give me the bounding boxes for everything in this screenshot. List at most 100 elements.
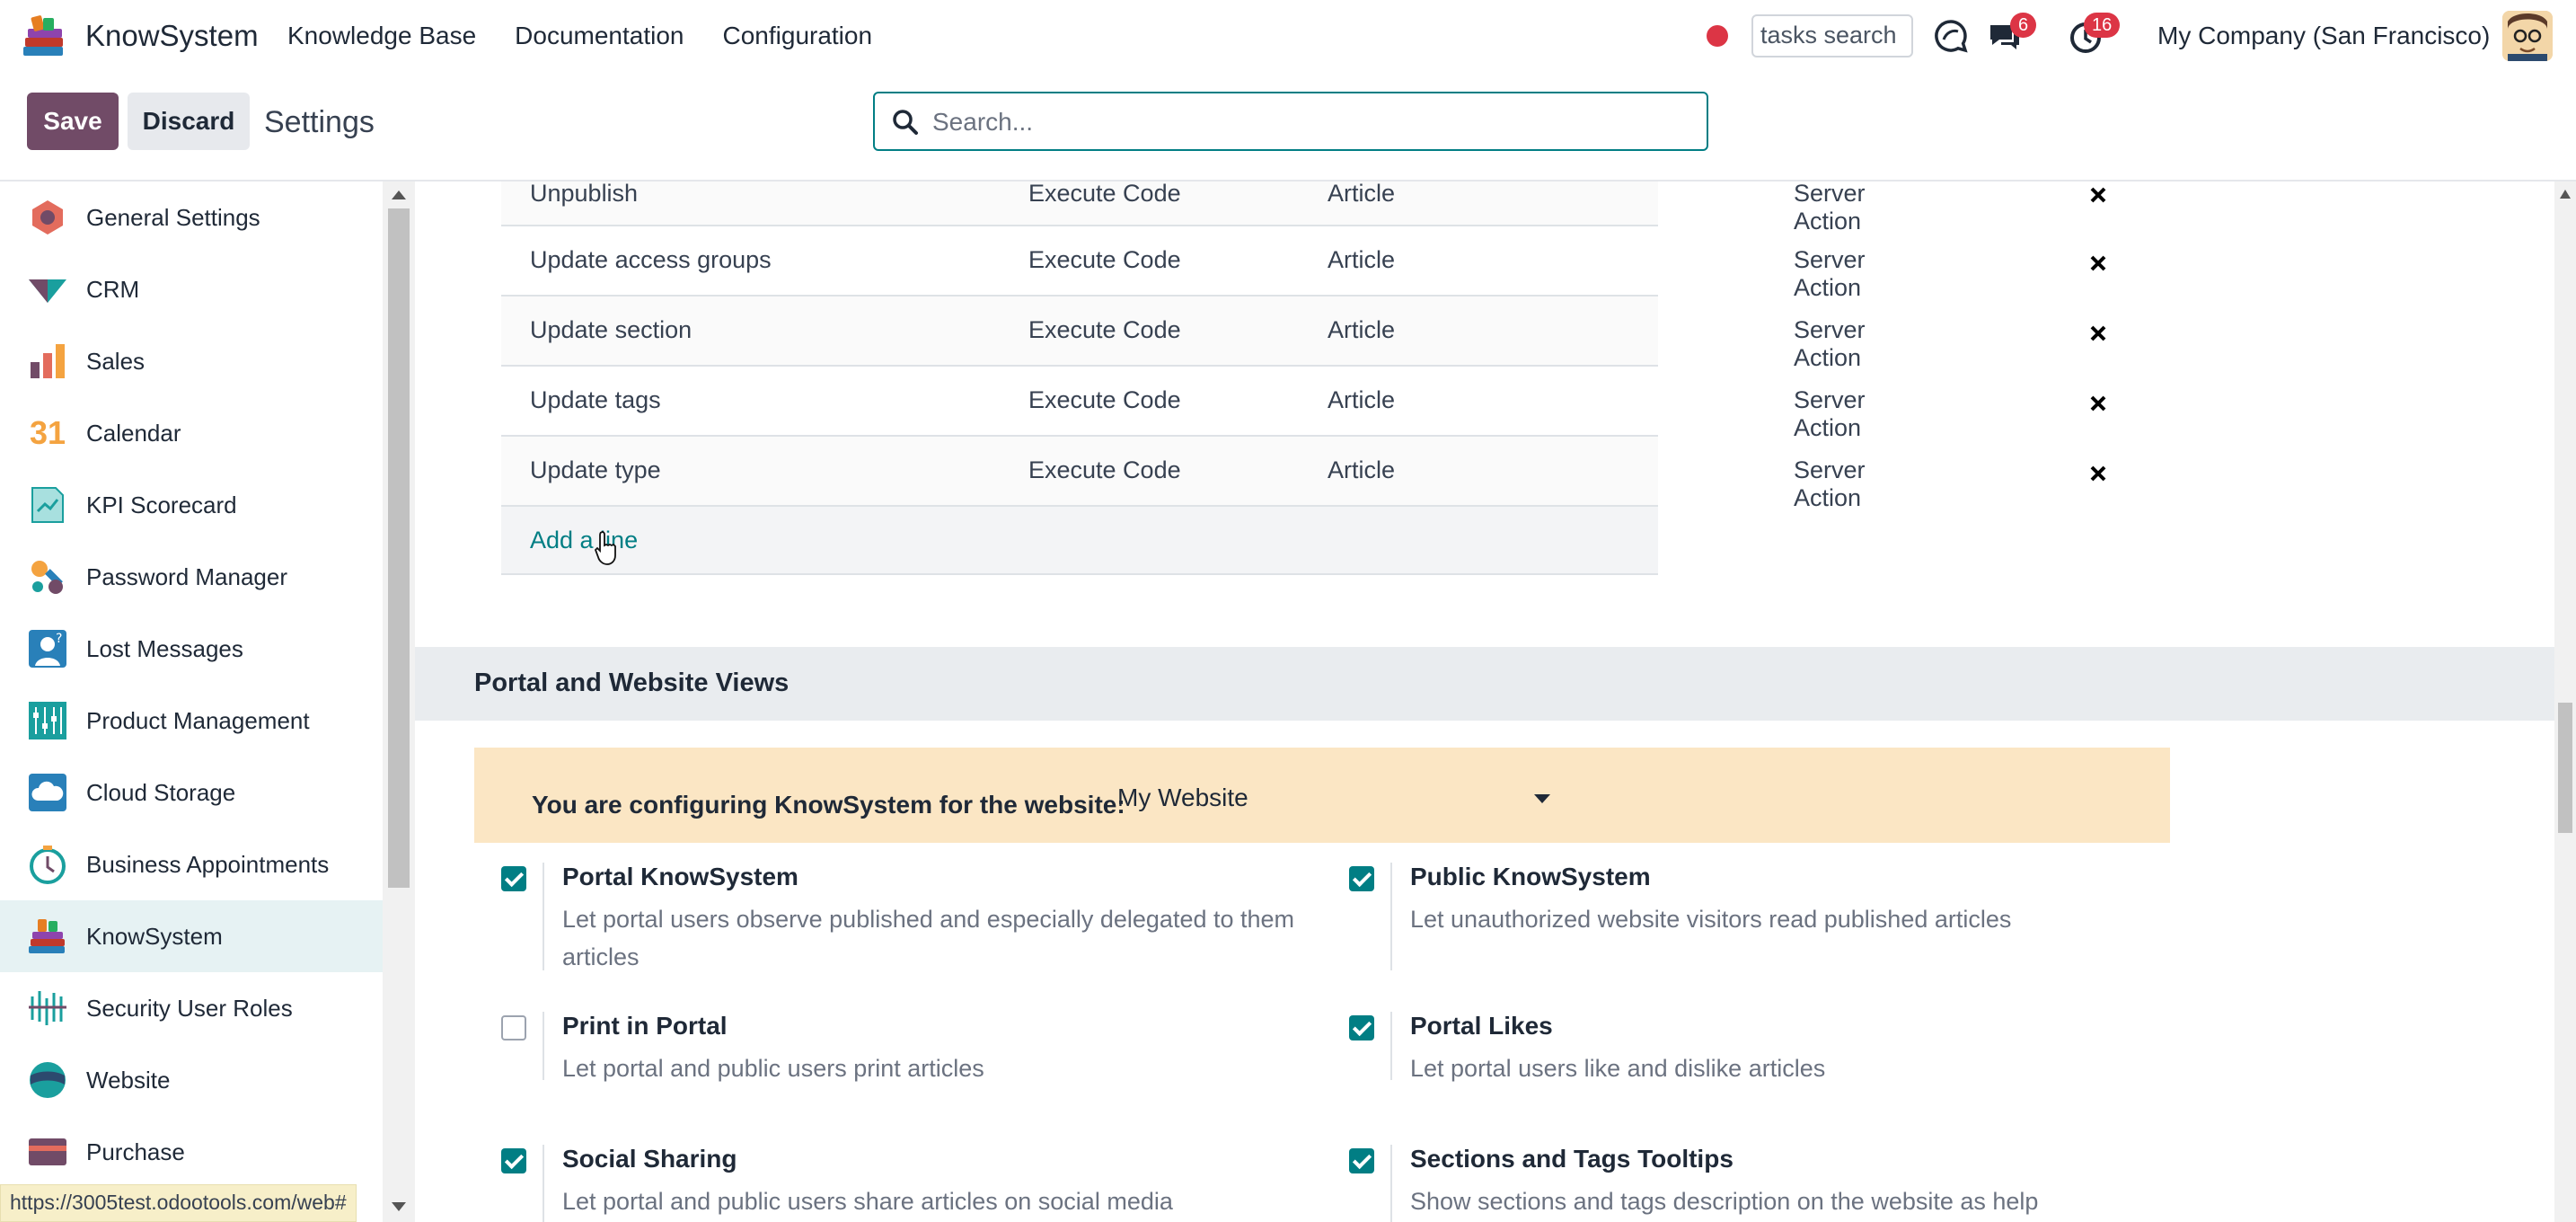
kpi-scorecard-icon (31, 487, 64, 523)
settings-search-input[interactable] (932, 106, 1687, 138)
discuss-icon[interactable] (1931, 16, 1971, 56)
tasks-search-input[interactable]: tasks search (1751, 14, 1913, 58)
action-type: Execute Code (1028, 316, 1181, 343)
app-name[interactable]: KnowSystem (85, 19, 259, 53)
main-menu: Knowledge Base Documentation Configurati… (287, 22, 872, 50)
scroll-up-icon[interactable] (2559, 189, 2572, 199)
sidebar-item-label: Password Manager (86, 562, 287, 590)
website-select[interactable]: My Website (1117, 784, 1480, 821)
main-scrollbar-thumb[interactable] (2558, 703, 2572, 833)
action-model: Article (1328, 182, 1396, 207)
scroll-down-icon[interactable] (390, 1200, 408, 1213)
divider (1390, 1012, 1392, 1080)
action-usage: Server Action (1794, 182, 1866, 235)
delete-row-icon[interactable] (2088, 253, 2108, 273)
main-scrollbar[interactable] (2554, 182, 2576, 1222)
divider (1390, 863, 1392, 970)
sidebar-item-business-appointments[interactable]: Business Appointments (0, 828, 383, 900)
table-row[interactable]: Update access groups Execute Code Articl… (501, 226, 2106, 301)
menu-documentation[interactable]: Documentation (515, 22, 684, 50)
delete-row-icon[interactable] (2088, 394, 2108, 413)
user-avatar[interactable] (2502, 11, 2553, 61)
action-usage: Server Action (1794, 456, 1866, 511)
website-config-banner: You are configuring KnowSystem for the w… (474, 748, 2170, 843)
portal-likes-checkbox[interactable] (1349, 1015, 1374, 1040)
menu-knowledge-base[interactable]: Knowledge Base (287, 22, 476, 50)
setting-title: Print in Portal (562, 1012, 728, 1040)
setting-description: Let portal and public users share articl… (562, 1188, 1173, 1215)
security-user-roles-icon (29, 991, 66, 1025)
top-navbar: KnowSystem Knowledge Base Documentation … (0, 0, 2576, 74)
divider (543, 863, 544, 970)
sidebar-item-cloud-storage[interactable]: Cloud Storage (0, 757, 383, 828)
action-type: Execute Code (1028, 182, 1181, 207)
delete-row-icon[interactable] (2088, 185, 2108, 205)
sidebar-item-purchase[interactable]: Purchase (0, 1116, 383, 1188)
action-model: Article (1328, 456, 1396, 483)
lost-messages-icon: ? (29, 630, 66, 668)
delete-row-icon[interactable] (2088, 323, 2108, 343)
sidebar-item-kpi-scorecard[interactable]: KPI Scorecard (0, 469, 383, 541)
sidebar-item-sales[interactable]: Sales (0, 325, 383, 397)
save-button[interactable]: Save (27, 93, 119, 150)
action-model: Article (1328, 386, 1396, 413)
knowsystem-icon (29, 919, 65, 953)
action-name: Update type (530, 456, 661, 483)
scroll-up-icon[interactable] (390, 189, 408, 201)
sections-tags-tooltips-checkbox[interactable] (1349, 1148, 1374, 1173)
settings-search-box[interactable] (873, 92, 1708, 151)
sidebar-item-product-management[interactable]: Product Management (0, 685, 383, 757)
knowsystem-logo-icon[interactable] (20, 11, 68, 59)
discard-button[interactable]: Discard (128, 93, 250, 150)
setting-title: Sections and Tags Tooltips (1410, 1145, 1734, 1173)
sidebar-item-general-settings[interactable]: General Settings (0, 182, 383, 253)
sidebar-item-website[interactable]: Website (0, 1044, 383, 1116)
action-name: Update section (530, 316, 693, 343)
section-header: Portal and Website Views (415, 647, 2554, 721)
company-switcher[interactable]: My Company (San Francisco) (2157, 22, 2490, 50)
crm-icon (29, 279, 66, 303)
recording-indicator-icon[interactable] (1707, 25, 1728, 47)
sidebar-scrollbar[interactable] (383, 182, 415, 1222)
calendar-icon: 31 (29, 414, 66, 451)
sidebar-item-crm[interactable]: CRM (0, 253, 383, 325)
divider (543, 1012, 544, 1080)
action-type: Execute Code (1028, 386, 1181, 413)
action-name: Update tags (530, 386, 661, 413)
sidebar-scrollbar-thumb[interactable] (388, 208, 410, 888)
svg-text:?: ? (56, 632, 62, 646)
menu-configuration[interactable]: Configuration (723, 22, 873, 50)
table-row[interactable]: Update type Execute Code Article Server … (501, 437, 2106, 511)
print-in-portal-checkbox[interactable] (501, 1015, 526, 1040)
action-model: Article (1328, 246, 1396, 273)
action-type: Execute Code (1028, 246, 1181, 273)
settings-sidebar: General Settings CRM Sales 31 Calendar K… (0, 182, 383, 1222)
control-panel: Save Discard Settings (0, 74, 2576, 182)
search-icon (893, 110, 918, 135)
action-model: Article (1328, 316, 1396, 343)
delete-row-icon[interactable] (2088, 464, 2108, 483)
table-row[interactable]: Unpublish Execute Code Article Server Ac… (501, 182, 2106, 235)
action-usage: Server Action (1794, 316, 1866, 371)
sidebar-item-label: KnowSystem (86, 922, 223, 950)
sidebar-item-calendar[interactable]: 31 Calendar (0, 397, 383, 469)
sidebar-item-label: Lost Messages (86, 634, 243, 662)
setting-description: Let portal and public users print articl… (562, 1055, 984, 1082)
table-row[interactable]: Update tags Execute Code Article Server … (501, 367, 2106, 441)
setting-title: Portal Likes (1410, 1012, 1553, 1040)
add-line-link[interactable]: Add a line (530, 527, 638, 554)
chevron-down-icon[interactable] (1534, 794, 1550, 803)
public-knowsystem-checkbox[interactable] (1349, 866, 1374, 891)
table-row[interactable]: Update section Execute Code Article Serv… (501, 297, 2106, 371)
website-icon (30, 1062, 66, 1098)
sidebar-item-label: KPI Scorecard (86, 491, 237, 518)
add-line-row[interactable]: Add a line (501, 507, 1658, 575)
divider (1390, 1145, 1392, 1222)
portal-knowsystem-checkbox[interactable] (501, 866, 526, 891)
sidebar-item-password-manager[interactable]: Password Manager (0, 541, 383, 613)
sidebar-item-security-user-roles[interactable]: Security User Roles (0, 972, 383, 1044)
sidebar-item-lost-messages[interactable]: ? Lost Messages (0, 613, 383, 685)
website-config-label: You are configuring KnowSystem for the w… (532, 791, 1125, 819)
social-sharing-checkbox[interactable] (501, 1148, 526, 1173)
sidebar-item-knowsystem[interactable]: KnowSystem (0, 900, 383, 972)
